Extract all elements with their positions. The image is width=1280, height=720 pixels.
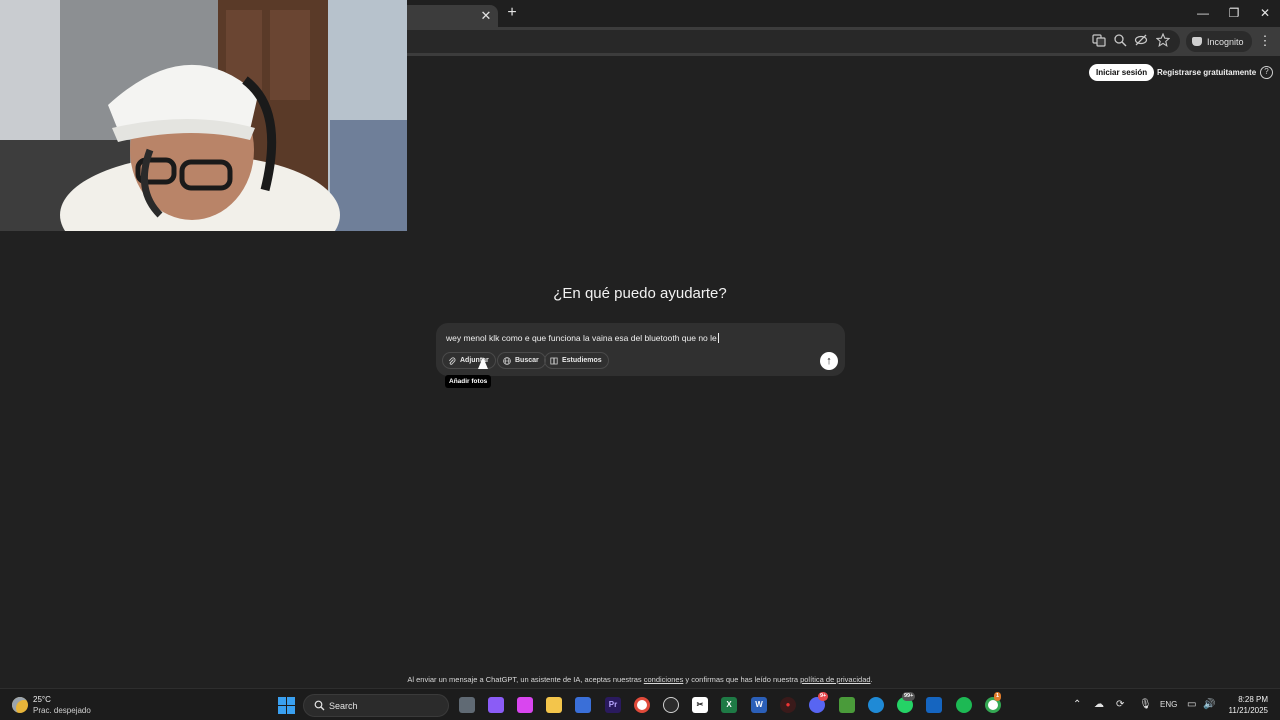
- microphone-icon[interactable]: 🎙: [1139, 698, 1152, 712]
- window-close-icon[interactable]: ✕: [1250, 4, 1280, 22]
- taskbar-search[interactable]: Search: [303, 694, 449, 717]
- search-button[interactable]: Buscar: [497, 352, 546, 369]
- task-view-icon[interactable]: [459, 697, 475, 713]
- taskbar: 25°C Prac. despejado Search Pr ✂ X W ● 9…: [0, 688, 1280, 720]
- weather-description[interactable]: Prac. despejado: [33, 706, 91, 715]
- study-button[interactable]: Estudiemos: [544, 352, 609, 369]
- windows-logo-quad: [287, 697, 295, 705]
- chrome-icon[interactable]: [634, 697, 650, 713]
- edge-icon[interactable]: [868, 697, 884, 713]
- chevron-up-icon[interactable]: ⌃: [1073, 698, 1081, 712]
- recorder-icon[interactable]: ●: [780, 697, 796, 713]
- windows-logo-quad: [287, 706, 295, 714]
- minimize-icon[interactable]: —: [1188, 4, 1218, 22]
- webcam-overlay: [0, 0, 407, 231]
- prompt-input[interactable]: wey menol klk como e que funciona la vai…: [446, 333, 826, 343]
- minecraft-icon[interactable]: [839, 697, 855, 713]
- disclaimer-text-mid: y confirmas que has leído nuestra: [683, 675, 801, 684]
- help-icon[interactable]: ?: [1260, 66, 1273, 79]
- language-indicator[interactable]: ENG: [1160, 700, 1177, 709]
- search-label: Buscar: [515, 357, 539, 364]
- store-icon[interactable]: [575, 697, 591, 713]
- onedrive-icon[interactable]: ☁: [1094, 698, 1104, 712]
- search-icon: [314, 700, 325, 714]
- tab-close-icon[interactable]: ✕: [478, 8, 494, 24]
- paperclip-icon: [448, 356, 456, 365]
- whatsapp-badge: 99+: [902, 692, 916, 701]
- new-tab-icon[interactable]: +: [504, 5, 520, 21]
- book-icon: [550, 357, 558, 365]
- mouse-cursor-icon: [478, 357, 488, 369]
- clock-time[interactable]: 8:28 PM: [1226, 695, 1268, 704]
- text-caret: [717, 333, 719, 343]
- browser-menu-icon[interactable]: ⋮: [1258, 33, 1272, 49]
- terms-link[interactable]: condiciones: [644, 675, 684, 684]
- word-icon[interactable]: W: [751, 697, 767, 713]
- premiere-icon[interactable]: Pr: [605, 697, 621, 713]
- signup-button[interactable]: Registrarse gratuitamente: [1153, 64, 1260, 81]
- globe-icon: [503, 356, 511, 365]
- start-button[interactable]: [278, 697, 295, 714]
- restore-icon[interactable]: ❐: [1219, 4, 1249, 22]
- m365-icon[interactable]: [517, 697, 533, 713]
- windows-logo-quad: [278, 697, 286, 705]
- bookmark-star-icon[interactable]: [1155, 32, 1171, 49]
- copilot-icon[interactable]: [488, 697, 504, 713]
- page-title: ¿En qué puedo ayudarte?: [553, 285, 727, 302]
- windows-logo-quad: [278, 706, 286, 714]
- login-button[interactable]: Iniciar sesión: [1089, 64, 1155, 81]
- prompt-input-text: wey menol klk como e que funciona la vai…: [446, 333, 717, 343]
- study-label: Estudiemos: [562, 357, 602, 364]
- file-explorer-icon[interactable]: [546, 697, 562, 713]
- search-label: Search: [329, 701, 358, 711]
- incognito-label: Incognito: [1207, 36, 1244, 47]
- webcam-image: [0, 0, 407, 231]
- chrome-badge: 1: [994, 692, 1002, 701]
- clock-date[interactable]: 11/21/2025: [1220, 706, 1268, 715]
- disclaimer: Al enviar un mensaje a ChatGPT, un asist…: [0, 675, 1280, 684]
- attach-tooltip: Añadir fotos: [445, 375, 492, 388]
- disclaimer-text-post: .: [870, 675, 873, 684]
- outlook-icon[interactable]: [926, 697, 942, 713]
- disclaimer-text-pre: Al enviar un mensaje a ChatGPT, un asist…: [407, 675, 644, 684]
- sync-icon[interactable]: ⟳: [1116, 698, 1124, 712]
- weather-temperature[interactable]: 25°C: [33, 695, 51, 704]
- capcut-icon[interactable]: ✂: [692, 697, 708, 713]
- screen: ✕ + — ❐ ✕ Incognito ⋮ Iniciar sesión Reg…: [0, 0, 1280, 720]
- incognito-icon: [1192, 37, 1202, 46]
- send-button[interactable]: ↑: [820, 352, 838, 370]
- excel-icon[interactable]: X: [721, 697, 737, 713]
- volume-icon[interactable]: 🔊: [1203, 698, 1215, 712]
- network-icon[interactable]: ▭: [1187, 698, 1196, 712]
- spotify-icon[interactable]: [956, 697, 972, 713]
- eye-off-icon[interactable]: [1133, 33, 1149, 49]
- incognito-indicator[interactable]: Incognito: [1186, 31, 1252, 52]
- discord-badge: 9+: [818, 692, 829, 701]
- zoom-icon[interactable]: [1112, 33, 1128, 49]
- prompt-composer: wey menol klk como e que funciona la vai…: [436, 323, 845, 376]
- weather-icon[interactable]: [12, 697, 28, 713]
- privacy-link[interactable]: política de privacidad: [800, 675, 870, 684]
- obs-icon[interactable]: [663, 697, 679, 713]
- translate-icon[interactable]: [1091, 33, 1107, 49]
